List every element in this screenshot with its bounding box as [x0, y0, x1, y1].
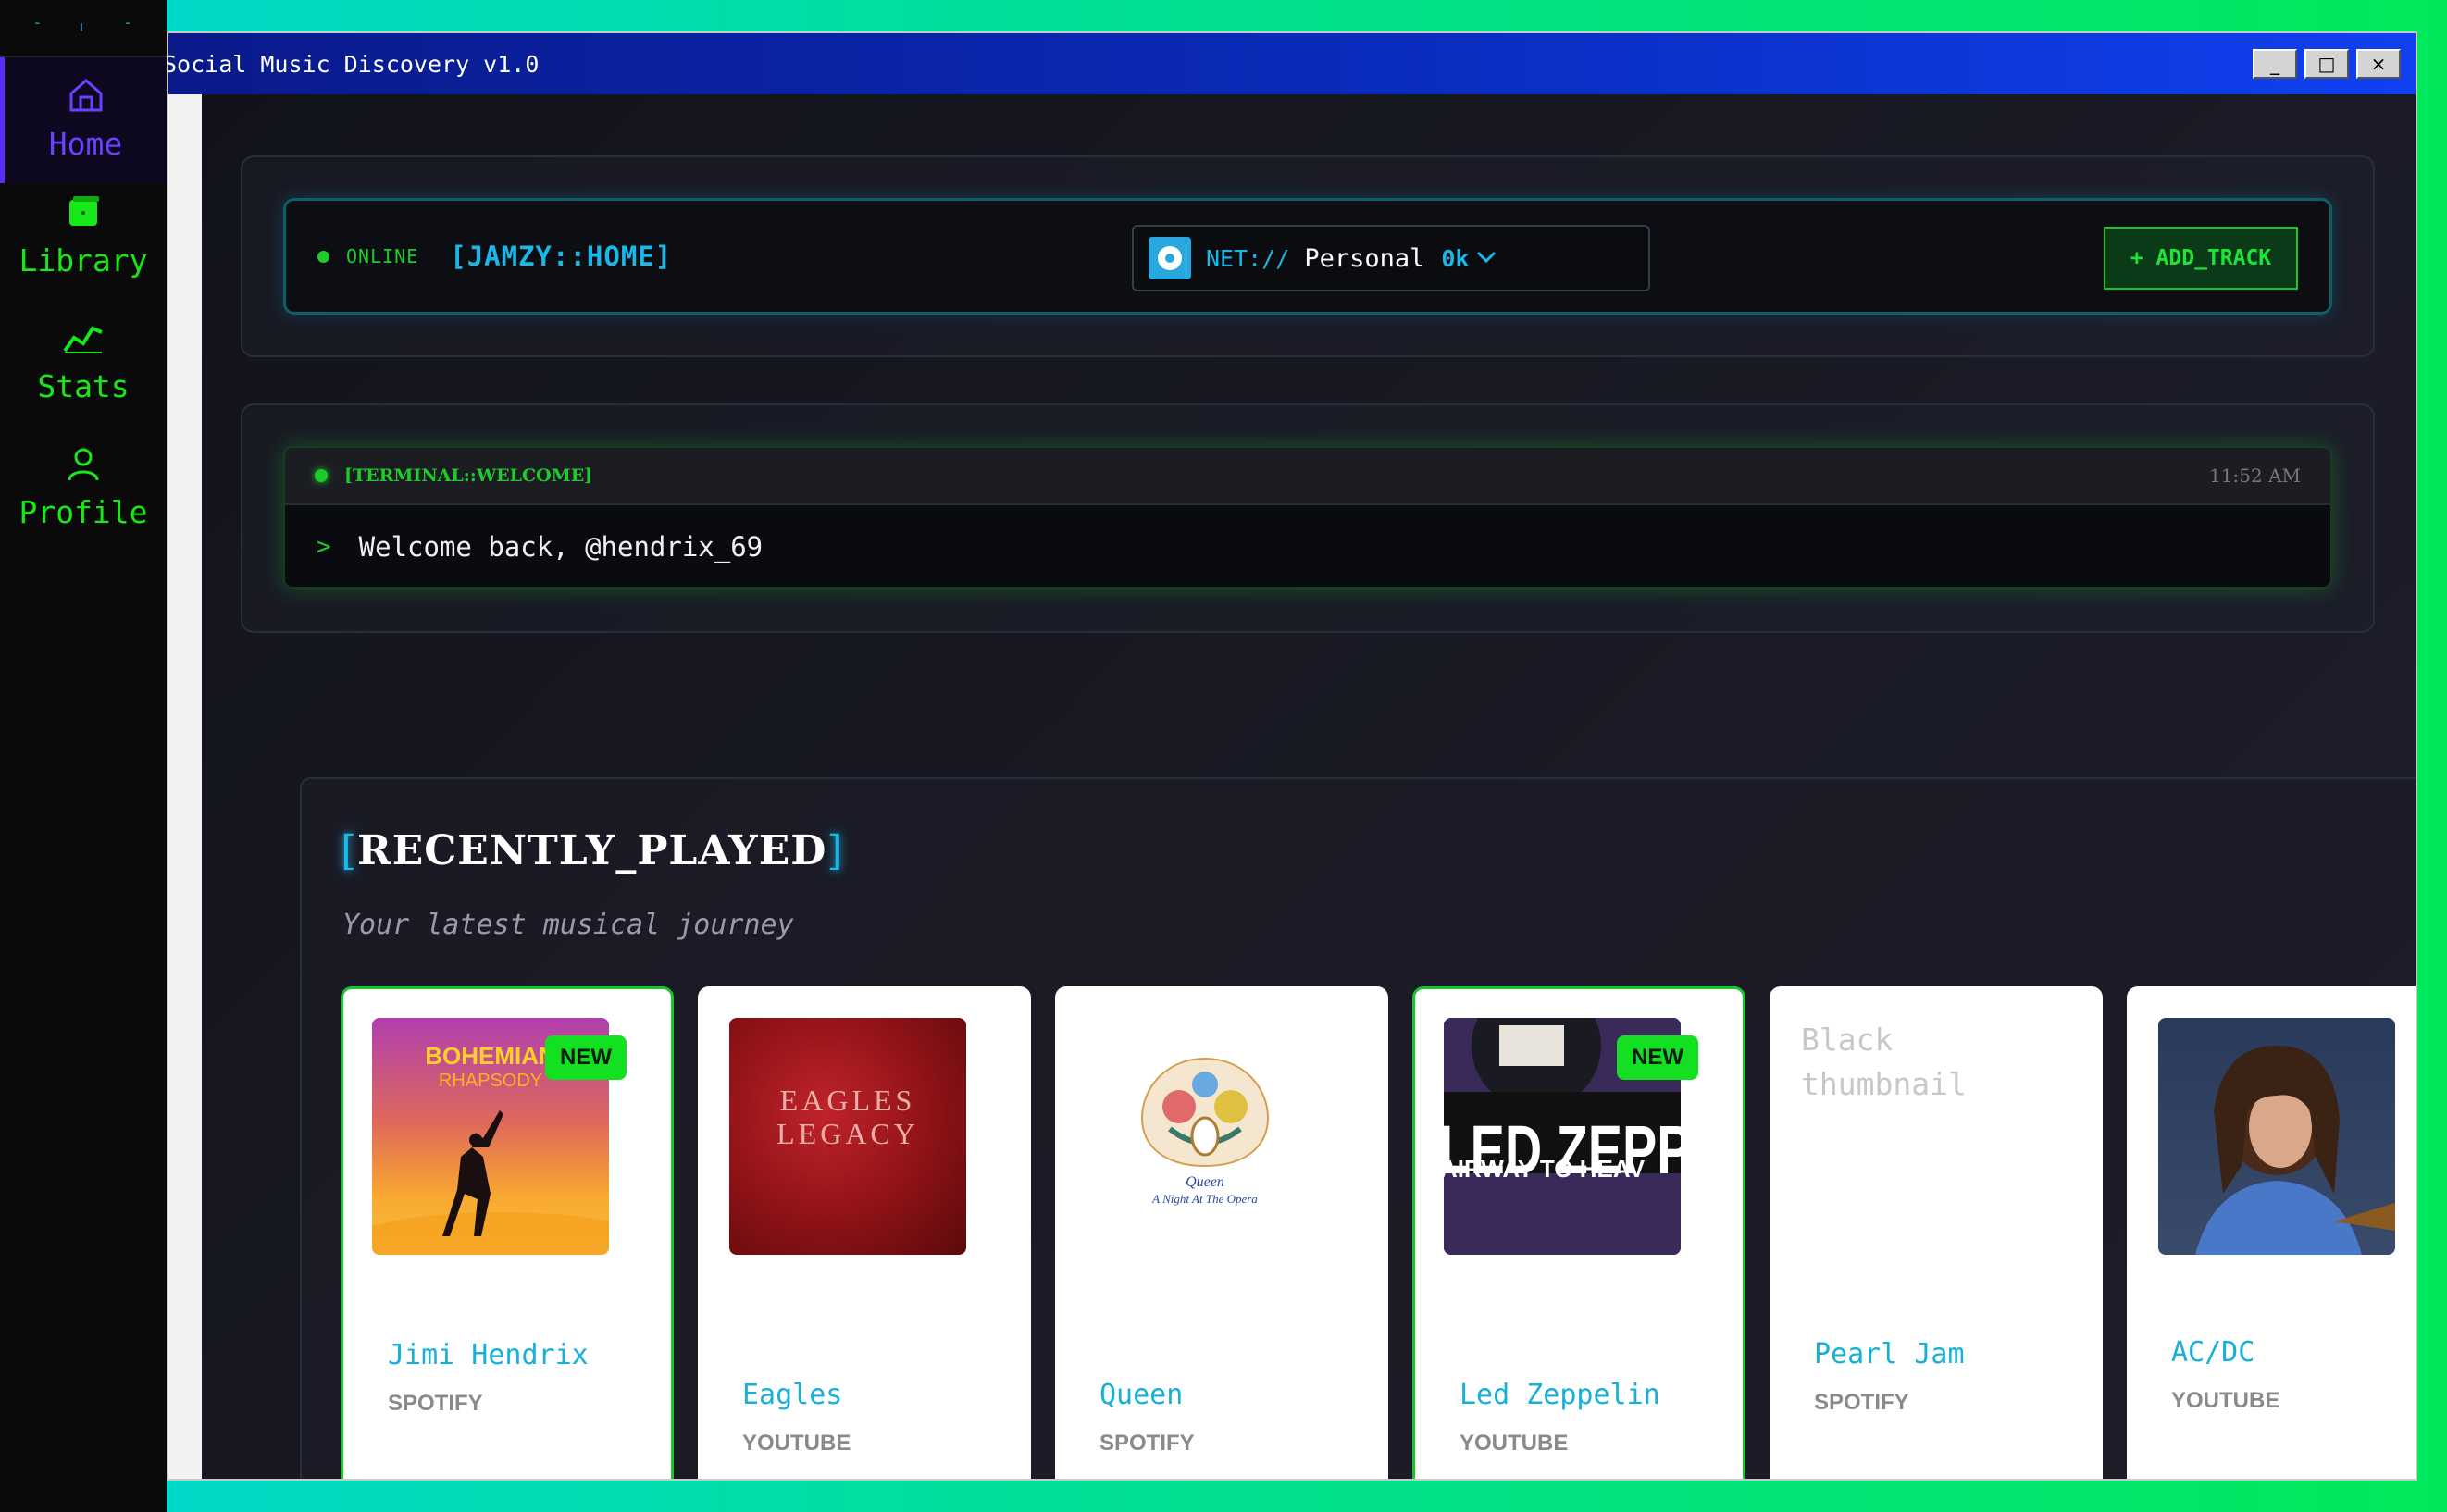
svg-text:Queen: Queen — [1186, 1174, 1224, 1190]
track-list: BOHEMIAN RHAPSODY NEW Jimi Hendrix SPOTI… — [341, 986, 2416, 1479]
close-button[interactable]: × — [2356, 49, 2401, 79]
main-content: ONLINE [JAMZY::HOME] NET:// Personal 0k … — [202, 94, 2416, 1479]
sidebar-item-stats[interactable]: Stats — [0, 309, 167, 435]
terminal-status-dot — [315, 469, 328, 482]
header-bar: ONLINE [JAMZY::HOME] NET:// Personal 0k … — [283, 198, 2332, 315]
sidebar-item-profile[interactable]: Profile — [0, 435, 167, 561]
new-badge: NEW — [1617, 1035, 1698, 1080]
svg-text:EAGLES: EAGLES — [780, 1084, 916, 1117]
dot-icon: ╶ — [31, 17, 40, 31]
track-card[interactable]: EAGLES LEGACY Eagles YOUTUBE — [698, 986, 1031, 1479]
terminal-panel: [TERMINAL::WELCOME] 11:52 AM > Welcome b… — [241, 403, 2375, 633]
track-card[interactable]: AC/DC YOUTUBE — [2127, 986, 2416, 1479]
home-icon — [66, 72, 106, 118]
track-source: YOUTUBE — [1460, 1431, 1569, 1456]
track-source: SPOTIFY — [1814, 1390, 1909, 1415]
sidebar-item-home[interactable]: Home — [0, 57, 167, 183]
app-window: Social Music Discovery v1.0 _ □ × ONLINE… — [163, 31, 2417, 1481]
header-panel: ONLINE [JAMZY::HOME] NET:// Personal 0k … — [241, 155, 2375, 357]
network-selector[interactable]: NET:// Personal 0k — [1132, 225, 1650, 291]
svg-text:LEGACY: LEGACY — [776, 1117, 919, 1150]
section-subtitle: Your latest musical journey — [342, 909, 794, 941]
chevron-down-icon — [1476, 250, 1497, 267]
sidebar-header: ╶ ╷ ╴ — [0, 0, 167, 57]
window-title: Social Music Discovery v1.0 — [163, 50, 540, 78]
library-icon — [65, 189, 102, 235]
track-artist[interactable]: Jimi Hendrix — [388, 1339, 589, 1371]
sidebar-item-label: Home — [48, 126, 123, 162]
track-source: SPOTIFY — [388, 1391, 483, 1416]
album-art: Queen A Night At The Opera — [1087, 1018, 1323, 1255]
sidebar-item-label: Stats — [37, 368, 130, 404]
maximize-button[interactable]: □ — [2304, 49, 2349, 79]
sidebar-item-label: Library — [19, 242, 148, 279]
track-artist[interactable]: Eagles — [742, 1379, 842, 1411]
svg-text:BOHEMIAN: BOHEMIAN — [425, 1042, 556, 1070]
track-card[interactable]: LED ZEPPELIN AIRWAY TO HEAV NEW Led Zepp… — [1412, 986, 1745, 1479]
track-artist[interactable]: AC/DC — [2171, 1336, 2254, 1369]
terminal-prompt: > — [317, 533, 331, 561]
sidebar-item-library[interactable]: Library — [0, 183, 167, 309]
network-prefix: NET:// — [1206, 244, 1290, 272]
terminal-time: 11:52 AM — [2209, 465, 2301, 487]
track-artist[interactable]: Queen — [1099, 1379, 1183, 1411]
svg-text:RHAPSODY: RHAPSODY — [439, 1071, 542, 1091]
album-art: EAGLES LEGACY — [729, 1018, 966, 1255]
avatar — [1149, 237, 1191, 279]
svg-text:A Night At The Opera: A Night At The Opera — [1151, 1192, 1258, 1206]
track-artist[interactable]: Led Zeppelin — [1460, 1379, 1660, 1411]
track-artist[interactable]: Pearl Jam — [1814, 1338, 1965, 1370]
track-source: YOUTUBE — [742, 1431, 851, 1456]
title-bar[interactable]: Social Music Discovery v1.0 _ □ × — [163, 33, 2416, 94]
track-card[interactable]: BOHEMIAN RHAPSODY NEW Jimi Hendrix SPOTI… — [341, 986, 674, 1479]
broken-image-alt: Black thumbnail — [1801, 1022, 1967, 1102]
track-card[interactable]: Black thumbnail Pearl Jam SPOTIFY — [1770, 986, 2103, 1479]
page-title: [JAMZY::HOME] — [450, 241, 673, 272]
network-count: 0k — [1441, 244, 1470, 272]
stats-icon — [61, 315, 106, 361]
dot-icon: ╴ — [126, 17, 134, 31]
dot-icon: ╷ — [78, 17, 86, 31]
online-status: ONLINE — [346, 245, 419, 267]
terminal-window: [TERMINAL::WELCOME] 11:52 AM > Welcome b… — [283, 446, 2332, 589]
album-art — [2158, 1018, 2395, 1255]
welcome-message: Welcome back, @hendrix_69 — [358, 531, 764, 563]
minimize-button[interactable]: _ — [2253, 49, 2297, 79]
svg-text:AIRWAY TO HEAV: AIRWAY TO HEAV — [1444, 1155, 1646, 1183]
track-source: SPOTIFY — [1099, 1431, 1195, 1456]
profile-icon — [65, 440, 102, 487]
sidebar-item-label: Profile — [19, 494, 148, 530]
terminal-header: [TERMINAL::WELCOME] 11:52 AM — [285, 448, 2330, 505]
terminal-title: [TERMINAL::WELCOME] — [344, 465, 593, 486]
terminal-body: > Welcome back, @hendrix_69 — [285, 505, 2330, 587]
new-badge: NEW — [545, 1035, 627, 1080]
sidebar: ╶ ╷ ╴ Home Library Stats Profile — [0, 0, 167, 1512]
add-track-button[interactable]: + ADD_TRACK — [2104, 227, 2298, 290]
section-title: [RECENTLY_PLAYED] — [341, 827, 844, 874]
network-name: Personal — [1304, 243, 1425, 273]
track-source: YOUTUBE — [2171, 1388, 2280, 1413]
recently-played-section: [RECENTLY_PLAYED] Your latest musical jo… — [300, 777, 2416, 1479]
online-status-dot — [317, 250, 329, 263]
track-card[interactable]: Queen A Night At The Opera Queen SPOTIFY — [1055, 986, 1388, 1479]
